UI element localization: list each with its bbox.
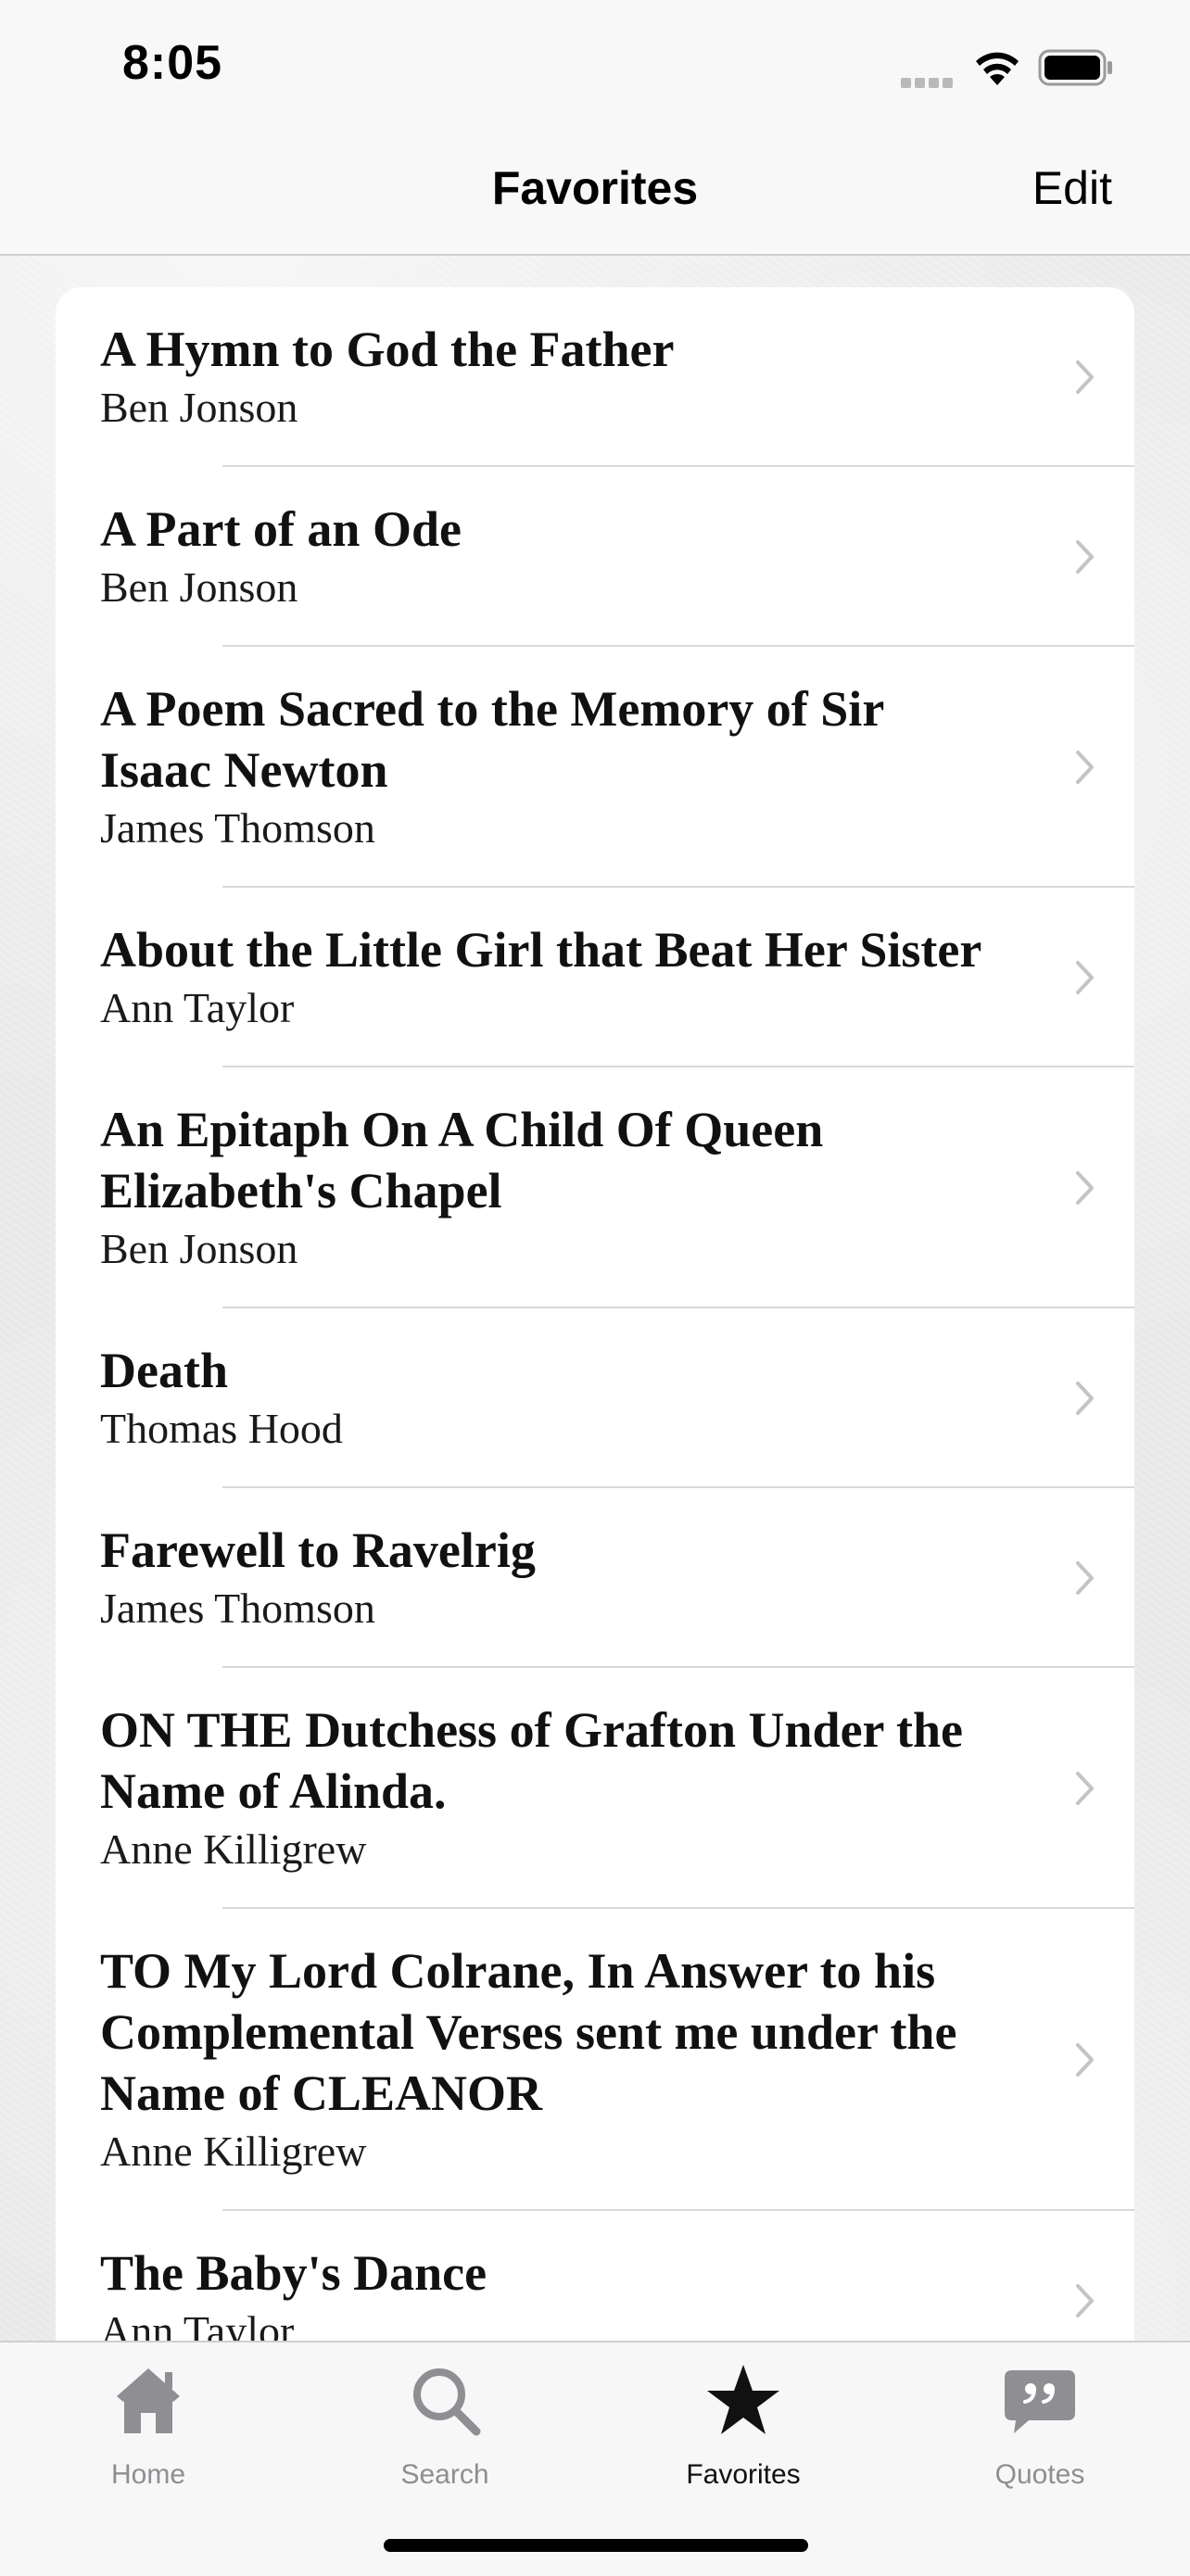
magnifier-icon xyxy=(413,2368,481,2436)
poem-title: A Hymn to God the Father xyxy=(100,322,675,377)
tab-label: Favorites xyxy=(686,2459,801,2490)
list-item[interactable]: About the Little Girl that Beat Her Sist… xyxy=(56,888,1134,1067)
poem-title: Death xyxy=(100,1343,228,1398)
chevron-right-icon xyxy=(1076,2284,1094,2317)
chevron-right-icon xyxy=(1076,1561,1094,1595)
navigation-bar: Favorites Edit xyxy=(0,130,1190,256)
list-item[interactable]: A Hymn to God the Father Ben Jonson xyxy=(56,287,1134,467)
chevron-right-icon xyxy=(1076,540,1094,574)
list-item[interactable]: A Part of an Ode Ben Jonson xyxy=(56,467,1134,647)
battery-icon xyxy=(1038,49,1112,86)
tab-label: Home xyxy=(110,2459,186,2490)
chevron-right-icon xyxy=(1076,2043,1094,2077)
poem-title: Farewell to Ravelrig xyxy=(100,1522,536,1578)
poem-author: Ben Jonson xyxy=(100,1225,298,1272)
tab-favorites[interactable]: Favorites xyxy=(651,2342,836,2491)
list-item[interactable]: A Poem Sacred to the Memory of Sir Isaac … xyxy=(56,647,1134,888)
list-item[interactable]: An Epitaph On A Child Of Queen Elizabeth'… xyxy=(56,1067,1134,1308)
signal-dots-icon xyxy=(901,74,956,88)
list-item[interactable]: Farewell to Ravelrig James Thomson xyxy=(56,1488,1134,1668)
chevron-right-icon xyxy=(1076,360,1094,394)
chevron-right-icon xyxy=(1076,1382,1094,1415)
poem-author: Anne Killigrew xyxy=(100,2128,367,2175)
poem-title: A Part of an Ode xyxy=(100,501,462,557)
list-item[interactable]: ON THE Dutchess of Grafton Under the Name… xyxy=(56,1668,1134,1909)
chevron-right-icon xyxy=(1076,751,1094,784)
chevron-right-icon xyxy=(1076,1772,1094,1805)
wifi-icon xyxy=(976,52,1019,85)
poem-author: Thomas Hood xyxy=(100,1405,343,1452)
house-icon xyxy=(117,2368,180,2433)
poem-title: The Baby's Dance xyxy=(100,2245,487,2301)
star-icon xyxy=(707,2365,779,2434)
page-title: Favorites xyxy=(491,162,699,214)
list-item[interactable]: TO My Lord Colrane, In Answer to his Comp… xyxy=(56,1909,1134,2211)
tab-label: Search xyxy=(400,2459,489,2490)
poem-author: Ann Taylor xyxy=(100,984,295,1031)
favorites-list: A Hymn to God the Father Ben Jonson A Pa… xyxy=(56,287,1134,2341)
poem-title: A Poem Sacred to the Memory of Sir Isaac … xyxy=(100,681,885,798)
poem-title: ON THE Dutchess of Grafton Under the Name… xyxy=(100,1702,964,1819)
poem-author: James Thomson xyxy=(100,1585,375,1632)
home-indicator[interactable] xyxy=(384,2539,808,2552)
poem-title: About the Little Girl that Beat Her Sist… xyxy=(100,922,982,978)
poem-title: An Epitaph On A Child Of Queen Elizabeth'… xyxy=(100,1102,824,1219)
chevron-right-icon xyxy=(1076,961,1094,994)
poem-author: Anne Killigrew xyxy=(100,1825,367,1873)
tab-quotes[interactable]: Quotes xyxy=(947,2342,1133,2491)
poem-author: James Thomson xyxy=(100,804,375,852)
edit-button[interactable]: Edit xyxy=(1032,161,1112,215)
quote-bubble-icon xyxy=(1005,2370,1075,2433)
list-item[interactable]: Death Thomas Hood xyxy=(56,1308,1134,1488)
poem-author: Ben Jonson xyxy=(100,563,298,611)
chevron-right-icon xyxy=(1076,1171,1094,1205)
tab-label: Quotes xyxy=(994,2459,1085,2490)
poem-author: Ann Taylor xyxy=(100,2307,295,2341)
tab-home[interactable]: Home xyxy=(56,2342,241,2491)
status-bar: 8:05 xyxy=(0,0,1190,130)
poem-author: Ben Jonson xyxy=(100,384,298,431)
status-time: 8:05 xyxy=(122,36,223,90)
tab-search[interactable]: Search xyxy=(352,2342,538,2491)
poem-title: TO My Lord Colrane, In Answer to his Comp… xyxy=(100,1943,957,2121)
list-item[interactable]: The Baby's Dance Ann Taylor xyxy=(56,2211,1134,2341)
